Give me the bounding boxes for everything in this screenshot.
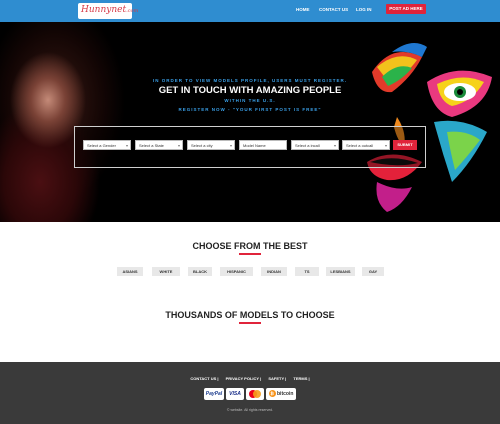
nav-home-link[interactable]: HOME (296, 0, 310, 22)
nav-contact-link[interactable]: CONTACT US (319, 0, 348, 22)
footer-contact-link[interactable]: CONTACT US | (190, 376, 218, 381)
hero-subline: WITHIN THE U.S. (224, 98, 276, 103)
choose-section-title: CHOOSE FROM THE BEST (192, 241, 308, 251)
category-hispanic[interactable]: HISPANIC (220, 267, 253, 276)
mastercard-circles-icon (249, 390, 261, 398)
thousands-section-title: THOUSANDS OF MODELS TO CHOOSE (165, 310, 335, 320)
thousands-title-underline (239, 322, 261, 324)
category-gay[interactable]: GAY (362, 267, 384, 276)
hero-banner: IN ORDER TO VIEW MODELS PROFILE, USERS M… (0, 22, 500, 222)
chevron-down-icon: ▾ (384, 143, 387, 148)
chevron-down-icon: ▾ (229, 143, 232, 148)
logo-main-text: Hunnynet (81, 5, 127, 15)
bitcoin-icon: ₿ bitcoin (266, 388, 296, 400)
chevron-down-icon: ▾ (333, 143, 336, 148)
paypal-icon: PayPal (204, 388, 224, 400)
outcall-select-label: Select a outcall (346, 143, 374, 148)
hero-register-cta: REGISTER NOW - "YOUR FIRST POST IS FREE" (178, 107, 322, 112)
outcall-select[interactable]: Select a outcall ▾ (342, 140, 390, 150)
hero-woman-image (0, 22, 170, 222)
mastercard-icon (246, 388, 264, 400)
hero-register-notice: IN ORDER TO VIEW MODELS PROFILE, USERS M… (153, 78, 347, 83)
hero-painted-face-art (367, 43, 492, 212)
search-form: Select a Gender ▾ Select a State ▾ Select … (74, 126, 426, 168)
model-name-placeholder: Model Name (243, 143, 266, 148)
footer-safety-link[interactable]: SAFETY | (268, 376, 286, 381)
category-black[interactable]: BLACK (188, 267, 212, 276)
category-ts[interactable]: TS (295, 267, 319, 276)
logo-text: Hunnynet.com (81, 5, 138, 15)
hero-headline: GET IN TOUCH WITH AMAZING PEOPLE (158, 85, 342, 96)
footer-privacy-link[interactable]: PRIVACY POLICY | (226, 376, 262, 381)
city-select-label: Select a city (191, 143, 213, 148)
city-select[interactable]: Select a city ▾ (187, 140, 235, 150)
chevron-down-icon: ▾ (125, 143, 128, 148)
bitcoin-label: bitcoin (277, 391, 294, 397)
top-navbar: Hunnynet.com HOME CONTACT US LOG IN POST… (0, 0, 500, 22)
footer-terms-link[interactable]: TERMS | (293, 376, 309, 381)
incall-select[interactable]: Select a incall ▾ (291, 140, 339, 150)
bitcoin-logo-icon: ₿ (268, 390, 276, 398)
state-select[interactable]: Select a State ▾ (135, 140, 183, 150)
post-ad-button[interactable]: POST AD HERE (386, 4, 426, 14)
visa-icon: VISA (226, 388, 244, 400)
site-footer: CONTACT US | PRIVACY POLICY | SAFETY | T… (0, 362, 500, 424)
incall-select-label: Select a incall (295, 143, 320, 148)
logo-suffix-text: .com (126, 8, 139, 14)
copyright-text: © website. All rights reserved. (226, 408, 274, 412)
footer-links: CONTACT US | PRIVACY POLICY | SAFETY | T… (0, 376, 500, 381)
model-name-input[interactable]: Model Name (239, 140, 287, 150)
category-indian[interactable]: INDIAN (261, 267, 287, 276)
site-logo[interactable]: Hunnynet.com (78, 3, 138, 19)
submit-button[interactable]: SUBMIT (393, 140, 417, 150)
choose-title-underline (239, 253, 261, 255)
nav-login-link[interactable]: LOG IN (356, 0, 372, 22)
state-select-label: Select a State (139, 143, 164, 148)
gender-select[interactable]: Select a Gender ▾ (83, 140, 131, 150)
category-white[interactable]: WHITE (152, 267, 180, 276)
category-lesbians[interactable]: LESBIANS (326, 267, 355, 276)
chevron-down-icon: ▾ (177, 143, 180, 148)
gender-select-label: Select a Gender (87, 143, 116, 148)
category-asians[interactable]: ASIANS (117, 267, 143, 276)
